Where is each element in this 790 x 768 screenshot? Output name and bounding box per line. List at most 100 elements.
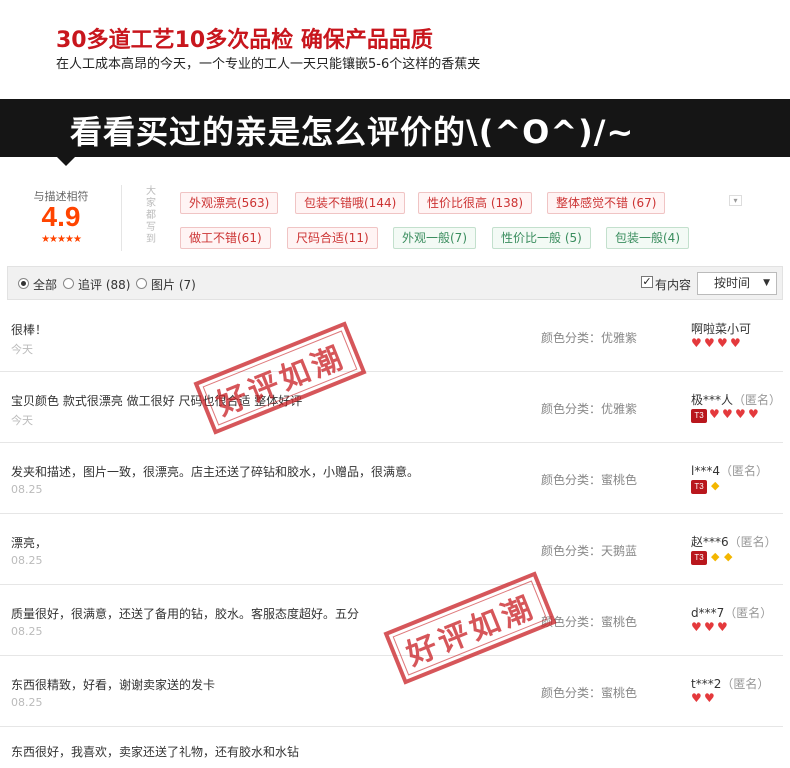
filter-followup-radio[interactable] — [63, 278, 74, 289]
reviewer-name: 赵***6（匿名） — [691, 533, 777, 550]
heart-level-icon: ♥ — [748, 407, 759, 421]
anonymous-label: （匿名） — [719, 464, 768, 478]
sku-label: 颜色分类： — [541, 331, 602, 345]
sort-select[interactable]: 按时间 ▼ — [697, 272, 777, 295]
sku-value: 天鹅蓝 — [601, 544, 638, 558]
heart-level-icon: ♥ — [704, 620, 715, 634]
reviewer-name: d***7（匿名） — [691, 604, 772, 621]
reviewer-level-badges: ♥ ♥ — [691, 692, 717, 707]
sku-value: 优雅紫 — [601, 402, 638, 416]
review-row: 很棒！ 今天 颜色分类：优雅紫 啊啦菜小可 ♥ ♥ ♥ ♥ — [0, 301, 783, 372]
reviewer-level-badges: T3 ♥ ♥ ♥ ♥ — [691, 407, 761, 423]
impression-tag[interactable]: 性价比很高 (138) — [418, 192, 533, 214]
tags-expand-icon[interactable]: ▾ — [729, 195, 742, 206]
reviewer-level-badges: T3 ◆ — [691, 480, 722, 494]
review-row: 发夹和描述，图片一致，很漂亮。店主还送了碎钻和胶水，小赠品，很满意。 08.25 颜… — [0, 443, 783, 514]
tmall-t3-icon: T3 — [691, 480, 707, 494]
diamond-level-icon: ◆ — [724, 550, 733, 563]
review-row: 东西很精致，好看，谢谢卖家送的发卡 08.25 颜色分类：蜜桃色 t***2（匿名） ♥… — [0, 656, 783, 727]
sku-value: 蜜桃色 — [601, 615, 638, 629]
reviewer-nick: t***2 — [691, 677, 722, 691]
review-sku: 颜色分类：蜜桃色 — [541, 684, 637, 701]
heart-level-icon: ♥ — [730, 336, 741, 350]
tags-side-note: 大家都写到 — [146, 186, 156, 245]
review-date: 今天 — [11, 343, 33, 356]
header-title: 30多道工艺10多次品检 确保产品品质 — [56, 28, 433, 53]
impression-tag[interactable]: 包装一般(4) — [606, 227, 689, 249]
reviewer-level-badges: T3 ◆ ◆ — [691, 551, 735, 565]
review-sku: 颜色分类：天鹅蓝 — [541, 542, 637, 559]
reviewer-name: 极***人（匿名） — [691, 391, 781, 408]
filter-all-label[interactable]: 全部 — [33, 276, 57, 293]
tmall-t3-icon: T3 — [691, 409, 707, 423]
impression-tag[interactable]: 做工不错(61) — [180, 227, 271, 249]
heart-level-icon: ♥ — [704, 336, 715, 350]
review-content: 漂亮， — [11, 536, 48, 550]
review-sku: 颜色分类：优雅紫 — [541, 329, 637, 346]
reviewer-nick: d***7 — [691, 606, 725, 620]
rating-stars-icon: ★★★★★ — [41, 234, 82, 245]
chevron-down-icon: ▼ — [763, 278, 770, 288]
impression-tag[interactable]: 包装不错哦(144) — [295, 192, 406, 214]
heart-level-icon: ♥ — [722, 407, 733, 421]
filter-followup-label[interactable]: 追评 (88) — [78, 276, 130, 293]
review-date: 今天 — [11, 414, 33, 427]
heart-level-icon: ♥ — [691, 336, 702, 350]
sku-label: 颜色分类： — [541, 473, 602, 487]
review-date: 08.25 — [11, 625, 43, 638]
review-sku: 颜色分类：优雅紫 — [541, 400, 637, 417]
review-content: 发夹和描述，图片一致，很漂亮。店主还送了碎钻和胶水，小赠品，很满意。 — [11, 465, 420, 479]
filter-all-radio[interactable] — [18, 278, 29, 289]
impression-tag[interactable]: 性价比一般 (5) — [492, 227, 591, 249]
has-content-checkbox[interactable]: ✓ — [641, 276, 653, 288]
reviewer-name: l***4（匿名） — [691, 462, 768, 479]
banner-pointer — [57, 157, 75, 166]
sku-label: 颜色分类： — [541, 402, 602, 416]
impression-tag[interactable]: 尺码合适(11) — [287, 227, 378, 249]
review-content: 质量很好，很满意，还送了备用的钻，胶水。客服态度超好。五分 — [11, 607, 360, 621]
reviewer-nick: l***4 — [691, 464, 720, 478]
anonymous-label: （匿名） — [721, 677, 770, 691]
reviewer-level-badges: ♥ ♥ ♥ — [691, 620, 730, 636]
banner-text: 看看买过的亲是怎么评价的\(^O^)/~ — [70, 113, 635, 151]
sku-value: 蜜桃色 — [601, 473, 638, 487]
heart-level-icon: ♥ — [717, 336, 728, 350]
heart-level-icon: ♥ — [735, 407, 746, 421]
reviewer-nick: 啊啦菜小可 — [691, 322, 752, 336]
diamond-level-icon: ◆ — [711, 550, 720, 563]
review-date: 08.25 — [11, 483, 43, 496]
heart-level-icon: ♥ — [691, 620, 702, 634]
rating-score: 4.9 — [41, 201, 81, 232]
sku-label: 颜色分类： — [541, 686, 602, 700]
review-content: 东西很精致，好看，谢谢卖家送的发卡 — [11, 678, 216, 692]
anonymous-label: （匿名） — [724, 606, 773, 620]
review-banner: 看看买过的亲是怎么评价的\(^O^)/~ — [0, 99, 790, 157]
review-date: 08.25 — [11, 696, 43, 709]
reviewer-name: 啊啦菜小可 — [691, 320, 751, 337]
rating-divider — [121, 185, 122, 251]
filter-pictures-radio[interactable] — [136, 278, 147, 289]
review-sku: 颜色分类：蜜桃色 — [541, 471, 637, 488]
reviewer-level-badges: ♥ ♥ ♥ ♥ — [691, 336, 743, 352]
heart-level-icon: ♥ — [717, 620, 728, 634]
review-content: 很棒！ — [11, 323, 48, 337]
sku-value: 优雅紫 — [601, 331, 638, 345]
impression-tag[interactable]: 外观漂亮(563) — [180, 192, 279, 214]
impression-tag[interactable]: 外观一般(7) — [393, 227, 476, 249]
review-content-partial: 东西很好，我喜欢，卖家还送了礼物，还有胶水和水钻 — [11, 745, 300, 759]
reviewer-nick: 极***人 — [691, 393, 734, 407]
anonymous-label: （匿名） — [728, 535, 777, 549]
header-subtitle: 在人工成本高昂的今天，一个专业的工人一天只能镶嵌5-6个这样的香蕉夹 — [56, 57, 481, 72]
tmall-t3-icon: T3 — [691, 551, 707, 565]
heart-level-icon: ♥ — [709, 407, 720, 421]
filter-pictures-label[interactable]: 图片 (7) — [151, 276, 196, 293]
reviewer-name: t***2（匿名） — [691, 675, 769, 692]
diamond-level-icon: ◆ — [711, 479, 720, 492]
has-content-label[interactable]: 有内容 — [655, 276, 691, 293]
sort-select-value: 按时间 — [714, 276, 751, 290]
sku-value: 蜜桃色 — [601, 686, 638, 700]
sku-label: 颜色分类： — [541, 544, 602, 558]
impression-tag[interactable]: 整体感觉不错 (67) — [547, 192, 666, 214]
reviewer-nick: 赵***6 — [691, 535, 729, 549]
review-filter-bar: 全部 追评 (88) 图片 (7) ✓ 有内容 按时间 ▼ — [7, 266, 783, 300]
